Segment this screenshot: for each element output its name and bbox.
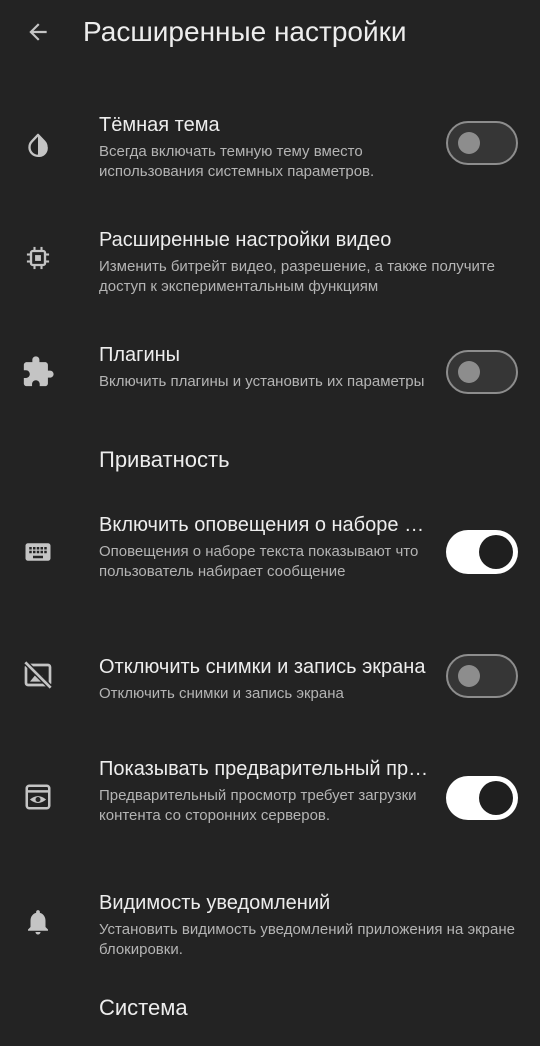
setting-dark-theme[interactable]: Тёмная тема Всегда включать темную тему … (0, 112, 540, 182)
setting-summary: Оповещения о наборе текста показывают чт… (99, 543, 419, 580)
disable-screenshots-toggle[interactable] (446, 654, 518, 698)
dark-theme-toggle[interactable] (446, 121, 518, 165)
setting-advanced-video[interactable]: Расширенные настройки видео Изменить бит… (0, 227, 540, 297)
link-preview-toggle[interactable] (446, 776, 518, 820)
setting-summary: Включить плагины и установить их парамет… (99, 373, 425, 390)
typing-notifications-toggle[interactable] (446, 530, 518, 574)
drop-icon (20, 128, 56, 164)
setting-text: Тёмная тема Всегда включать темную тему … (99, 112, 429, 181)
preview-icon (20, 779, 56, 815)
setting-title: Видимость уведомлений (99, 892, 331, 914)
setting-text: Плагины Включить плагины и установить их… (99, 342, 429, 392)
setting-text: Расширенные настройки видео Изменить бит… (99, 227, 519, 296)
setting-title: Плагины (99, 344, 181, 366)
setting-text: Видимость уведомлений Установить видимос… (99, 890, 519, 959)
chip-icon (20, 240, 56, 276)
toggle-thumb (479, 781, 513, 815)
toggle-thumb (458, 665, 480, 687)
setting-text: Отключить снимки и запись экрана Отключи… (99, 654, 429, 704)
setting-summary: Изменить битрейт видео, разрешение, а та… (99, 258, 495, 295)
setting-summary: Отключить снимки и запись экрана (99, 685, 344, 702)
setting-summary: Всегда включать темную тему вместо испол… (99, 143, 375, 180)
setting-title: Включить оповещения о наборе текста (99, 514, 429, 536)
setting-disable-screenshots[interactable]: Отключить снимки и запись экрана Отключи… (0, 654, 540, 704)
puzzle-icon (20, 354, 56, 390)
screenshot-off-icon (20, 657, 56, 693)
arrow-back-icon (29, 23, 47, 41)
setting-text: Показывать предварительный просмотр ссыл… (99, 756, 429, 825)
toggle-thumb (458, 361, 480, 383)
page-title: Расширенные настройки (83, 16, 407, 47)
setting-link-preview[interactable]: Показывать предварительный просмотр ссыл… (0, 756, 540, 846)
app-bar: Расширенные настройки (0, 0, 540, 64)
setting-title: Показывать предварительный просмотр ссыл… (99, 758, 429, 780)
setting-title: Тёмная тема (99, 114, 220, 136)
setting-title: Расширенные настройки видео (99, 229, 392, 251)
setting-title: Отключить снимки и запись экрана (99, 656, 426, 678)
plugins-toggle[interactable] (446, 350, 518, 394)
setting-summary: Установить видимость уведомлений приложе… (99, 921, 515, 958)
setting-notification-visibility[interactable]: Видимость уведомлений Установить видимос… (0, 890, 540, 960)
section-header-system: Система (99, 995, 188, 1020)
keyboard-icon (20, 534, 56, 570)
setting-text: Включить оповещения о наборе текста Опов… (99, 512, 429, 581)
back-button[interactable] (18, 12, 58, 52)
section-header-privacy: Приватность (99, 447, 230, 472)
setting-typing-notifications[interactable]: Включить оповещения о наборе текста Опов… (0, 512, 540, 602)
toggle-thumb (479, 535, 513, 569)
setting-summary: Предварительный просмотр требует загрузк… (99, 787, 417, 824)
toggle-thumb (458, 132, 480, 154)
bell-icon (20, 904, 56, 940)
setting-plugins[interactable]: Плагины Включить плагины и установить их… (0, 342, 540, 412)
